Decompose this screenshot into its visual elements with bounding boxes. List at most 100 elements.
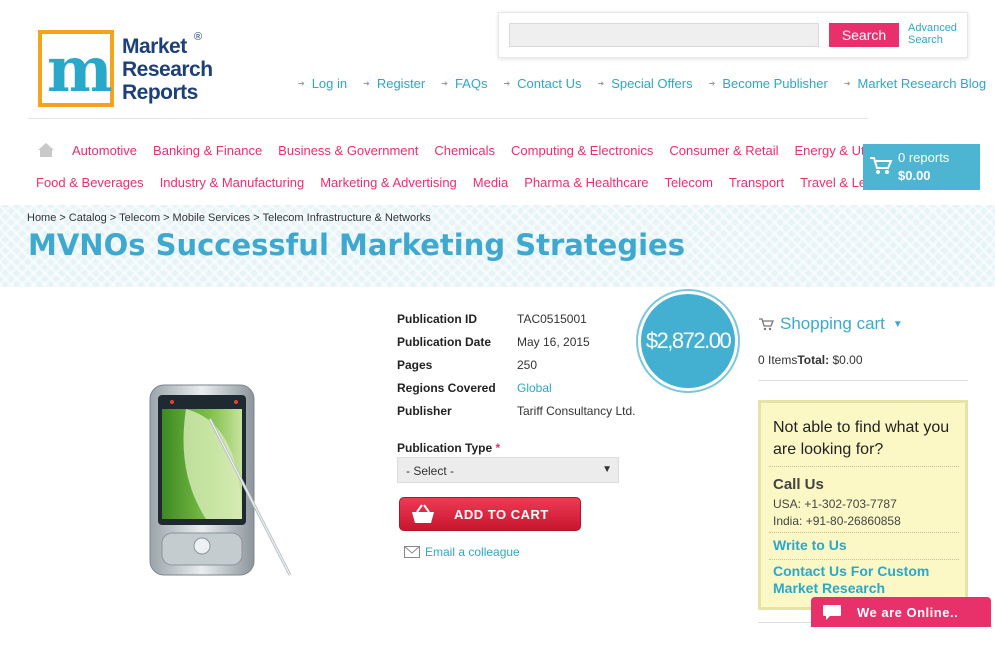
logo-mark: m xyxy=(38,30,114,107)
category-banking-finance[interactable]: Banking & Finance xyxy=(153,143,262,158)
select-value: - Select - xyxy=(406,464,455,478)
advanced-search-line-2: Search xyxy=(908,34,943,46)
publication-type-select[interactable]: - Select - ▼ xyxy=(397,457,619,483)
logo-wordmark: Market Research Reports xyxy=(122,35,213,104)
category-industry-manufacturing[interactable]: Industry & Manufacturing xyxy=(160,175,305,190)
breadcrumb-separator: > xyxy=(253,212,260,224)
login-label: Log in xyxy=(311,76,348,91)
arrow-icon: ➔ xyxy=(298,79,305,88)
divider xyxy=(769,532,959,533)
category-transport[interactable]: Transport xyxy=(729,175,784,190)
publication-type-text: Publication Type xyxy=(397,441,493,455)
contact-us-link[interactable]: ➔ Contact Us xyxy=(503,76,581,91)
breadcrumb-mobile-services[interactable]: Mobile Services xyxy=(173,212,251,224)
add-to-cart-button[interactable]: ADD TO CART xyxy=(399,497,581,531)
detail-value: Tariff Consultancy Ltd. xyxy=(517,404,636,418)
search-box: Search Advanced Search xyxy=(498,12,968,58)
cart-item-count: 0 Items xyxy=(758,353,798,367)
usa-phone: USA: +1-302-703-7787 xyxy=(773,497,897,511)
advanced-search-line-1: Advanced xyxy=(908,22,957,34)
email-colleague-link[interactable]: Email a colleague xyxy=(404,545,520,559)
breadcrumb-separator: > xyxy=(59,212,66,224)
cart-amount: $0.00 xyxy=(898,168,931,183)
category-nav-row-2: Food & Beverages Industry & Manufacturin… xyxy=(36,175,910,190)
home-icon[interactable] xyxy=(37,142,55,158)
category-marketing-advertising[interactable]: Marketing & Advertising xyxy=(320,175,457,190)
cart-total-label: Total: xyxy=(797,353,830,367)
arrow-icon: ➔ xyxy=(843,79,851,88)
special-offers-link[interactable]: ➔ Special Offers xyxy=(597,76,692,91)
detail-label: Publisher xyxy=(397,404,452,418)
detail-regions: Regions Covered Global xyxy=(397,381,697,399)
cart-icon xyxy=(759,317,774,330)
chat-label: We are Online.. xyxy=(857,605,959,620)
divider xyxy=(769,559,959,560)
shopping-cart-title: Shopping cart xyxy=(780,314,885,333)
detail-value: May 16, 2015 xyxy=(517,335,590,349)
regions-link[interactable]: Global xyxy=(517,381,552,395)
search-button[interactable]: Search xyxy=(829,23,899,47)
cart-total-value: $0.00 xyxy=(832,353,863,367)
category-computing-electronics[interactable]: Computing & Electronics xyxy=(511,143,653,158)
category-chemicals[interactable]: Chemicals xyxy=(434,143,495,158)
become-publisher-link[interactable]: ➔ Become Publisher xyxy=(709,76,828,91)
category-automotive[interactable]: Automotive xyxy=(72,143,137,158)
breadcrumb-catalog[interactable]: Catalog xyxy=(69,212,107,224)
faqs-link[interactable]: ➔ FAQs xyxy=(441,76,487,91)
logo-line-2: Research xyxy=(122,58,213,81)
required-marker: * xyxy=(495,441,501,455)
chat-bubble-icon xyxy=(823,605,841,620)
register-label: Register xyxy=(376,76,426,91)
sidebar-divider xyxy=(758,380,968,381)
category-pharma-healthcare[interactable]: Pharma & Healthcare xyxy=(524,175,648,190)
logo-line-3: Reports xyxy=(122,81,198,104)
breadcrumb-home[interactable]: Home xyxy=(27,212,56,224)
become-publisher-label: Become Publisher xyxy=(722,76,828,91)
detail-label: Pages xyxy=(397,358,433,372)
category-nav-row-1: Automotive Banking & Finance Business & … xyxy=(72,143,909,158)
cart-summary-button[interactable]: 0 reports $0.00 xyxy=(863,144,980,190)
advanced-search-link[interactable]: Advanced Search xyxy=(908,22,968,46)
product-image xyxy=(149,384,292,576)
category-food-beverages[interactable]: Food & Beverages xyxy=(36,175,144,190)
logo-letter: m xyxy=(47,33,113,106)
arrow-icon: ➔ xyxy=(597,79,605,88)
faqs-label: FAQs xyxy=(454,76,488,91)
blog-link[interactable]: ➔ Market Research Blog xyxy=(844,76,986,91)
login-link[interactable]: ➔ Log in xyxy=(298,76,347,91)
custom-research-link[interactable]: Contact Us For Custom Market Research xyxy=(773,563,963,597)
arrow-icon: ➔ xyxy=(441,79,448,88)
category-consumer-retail[interactable]: Consumer & Retail xyxy=(669,143,778,158)
registered-mark: ® xyxy=(194,31,203,43)
detail-label: Publication Date xyxy=(397,335,492,349)
category-media[interactable]: Media xyxy=(473,175,508,190)
search-input[interactable] xyxy=(509,23,819,47)
envelope-icon xyxy=(404,546,420,558)
basket-icon xyxy=(412,504,434,523)
live-chat-button[interactable]: We are Online.. xyxy=(811,597,991,627)
site-logo[interactable]: m Market Research Reports ® xyxy=(38,29,228,109)
shopping-cart-toggle[interactable]: Shopping cart ▼ xyxy=(758,314,903,334)
write-to-us-link[interactable]: Write to Us xyxy=(773,537,847,554)
arrow-icon: ➔ xyxy=(503,79,511,88)
shopping-cart-info: 0 ItemsTotal: $0.00 xyxy=(758,353,863,367)
cart-icon xyxy=(870,157,893,174)
sidebar-divider xyxy=(758,622,818,623)
detail-value: 250 xyxy=(517,358,538,372)
detail-label: Regions Covered xyxy=(397,381,496,395)
category-telecom[interactable]: Telecom xyxy=(665,175,713,190)
breadcrumb-telecom[interactable]: Telecom xyxy=(119,212,160,224)
category-business-government[interactable]: Business & Government xyxy=(278,143,418,158)
arrow-icon: ➔ xyxy=(363,79,370,88)
header-divider xyxy=(28,118,868,119)
page-title: MVNOs Successful Marketing Strategies xyxy=(28,228,685,262)
register-link[interactable]: ➔ Register xyxy=(363,76,425,91)
special-offers-label: Special Offers xyxy=(611,76,693,91)
breadcrumb-separator: > xyxy=(163,212,170,224)
breadcrumb-current[interactable]: Telecom Infrastructure & Networks xyxy=(263,212,431,224)
blog-label: Market Research Blog xyxy=(857,76,987,91)
breadcrumb-separator: > xyxy=(109,212,117,224)
india-phone: India: +91-80-26860858 xyxy=(773,514,901,528)
price-badge: $2,872.00 xyxy=(638,291,738,391)
help-question: Not able to find what you are looking fo… xyxy=(773,419,950,458)
